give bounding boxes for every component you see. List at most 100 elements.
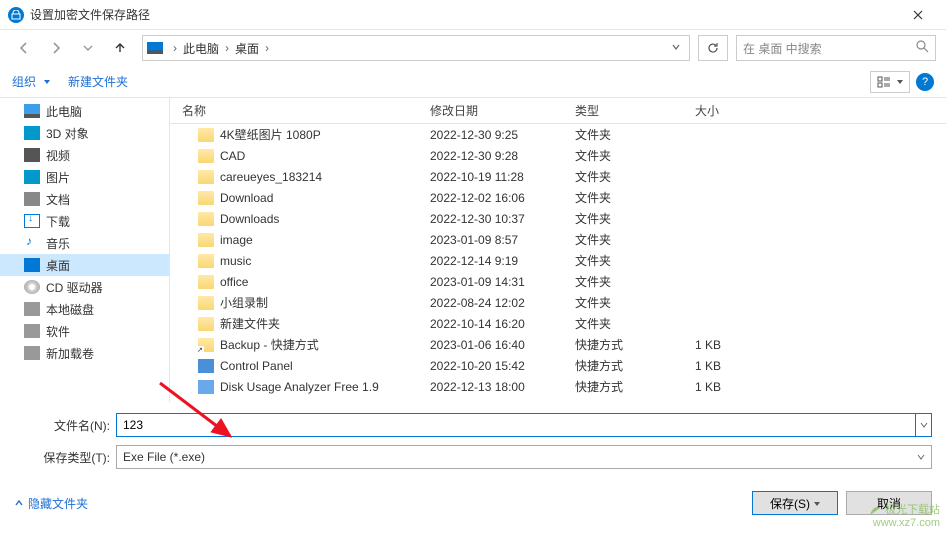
address-bar[interactable]: › 此电脑 › 桌面 › <box>142 35 690 61</box>
file-name: office <box>220 275 248 289</box>
file-date: 2022-10-14 16:20 <box>430 317 575 331</box>
path-dropdown[interactable] <box>667 41 685 55</box>
sidebar-item-3d[interactable]: 3D 对象 <box>0 122 169 144</box>
savetype-label: 保存类型(T): <box>14 449 116 466</box>
cancel-button[interactable]: 取消 <box>846 491 932 515</box>
file-name: Disk Usage Analyzer Free 1.9 <box>220 380 379 394</box>
sidebar-item-label: 桌面 <box>46 257 70 274</box>
file-type: 快捷方式 <box>575 378 695 395</box>
folder-icon <box>198 128 214 142</box>
refresh-button[interactable] <box>698 35 728 61</box>
file-row[interactable]: music 2022-12-14 9:19 文件夹 <box>170 250 946 271</box>
path-root[interactable]: 此电脑 <box>181 40 221 57</box>
filename-label: 文件名(N): <box>14 417 116 434</box>
close-button[interactable] <box>898 1 938 29</box>
file-row[interactable]: Disk Usage Analyzer Free 1.9 2022-12-13 … <box>170 376 946 397</box>
file-type: 文件夹 <box>575 294 695 311</box>
sidebar-item-label: 音乐 <box>46 235 70 252</box>
filename-dropdown[interactable] <box>916 413 932 437</box>
file-row[interactable]: image 2023-01-09 8:57 文件夹 <box>170 229 946 250</box>
file-date: 2023-01-09 14:31 <box>430 275 575 289</box>
sidebar: 此电脑 3D 对象视频图片文档下载音乐桌面 CD 驱动器本地磁盘软件新加载卷 <box>0 98 170 402</box>
sidebar-item-label: 3D 对象 <box>46 125 89 142</box>
file-date: 2023-01-09 8:57 <box>430 233 575 247</box>
sidebar-item-pic[interactable]: 图片 <box>0 166 169 188</box>
sidebar-item-label: 此电脑 <box>46 103 82 120</box>
file-row[interactable]: 小组录制 2022-08-24 12:02 文件夹 <box>170 292 946 313</box>
hide-folders-link[interactable]: 隐藏文件夹 <box>14 495 88 512</box>
sidebar-item-video[interactable]: 视频 <box>0 144 169 166</box>
navbar: › 此电脑 › 桌面 › 在 桌面 中搜索 <box>0 30 946 66</box>
file-type: 文件夹 <box>575 189 695 206</box>
sidebar-item-dl[interactable]: 下载 <box>0 210 169 232</box>
file-row[interactable]: 4K壁纸图片 1080P 2022-12-30 9:25 文件夹 <box>170 124 946 145</box>
chevron-right-icon[interactable]: › <box>169 41 181 55</box>
titlebar: 设置加密文件保存路径 <box>0 0 946 30</box>
file-name: Backup - 快捷方式 <box>220 336 319 353</box>
organize-button[interactable]: 组织 <box>12 73 50 90</box>
window-title: 设置加密文件保存路径 <box>30 6 898 23</box>
folder-icon <box>198 170 214 184</box>
sidebar-item-label: 视频 <box>46 147 70 164</box>
chevron-right-icon[interactable]: › <box>221 41 233 55</box>
sidebar-item-label: 文档 <box>46 191 70 208</box>
recent-dropdown[interactable] <box>74 34 102 62</box>
chevron-down-icon <box>44 80 50 84</box>
column-size[interactable]: 大小 <box>695 102 775 119</box>
path-current[interactable]: 桌面 <box>233 40 261 57</box>
sidebar-item-disk[interactable]: 本地磁盘 <box>0 298 169 320</box>
forward-button[interactable] <box>42 34 70 62</box>
view-mode-button[interactable] <box>870 71 910 93</box>
sidebar-item-pc[interactable]: 此电脑 <box>0 100 169 122</box>
file-row[interactable]: careueyes_183214 2022-10-19 11:28 文件夹 <box>170 166 946 187</box>
new-folder-button[interactable]: 新建文件夹 <box>68 73 128 90</box>
sidebar-item-desktop[interactable]: 桌面 <box>0 254 169 276</box>
file-type: 文件夹 <box>575 126 695 143</box>
app-icon <box>8 7 24 23</box>
shortcut-icon <box>198 338 214 352</box>
savetype-select[interactable]: Exe File (*.exe) <box>116 445 932 469</box>
sidebar-item-label: CD 驱动器 <box>46 279 103 296</box>
file-type: 文件夹 <box>575 147 695 164</box>
app-icon <box>198 380 214 394</box>
file-name: 新建文件夹 <box>220 315 280 332</box>
file-type: 文件夹 <box>575 273 695 290</box>
sidebar-item-cd[interactable]: CD 驱动器 <box>0 276 169 298</box>
sidebar-item-vol[interactable]: 新加载卷 <box>0 342 169 364</box>
sidebar-item-music[interactable]: 音乐 <box>0 232 169 254</box>
file-date: 2022-12-02 16:06 <box>430 191 575 205</box>
file-type: 文件夹 <box>575 210 695 227</box>
sidebar-item-label: 新加载卷 <box>46 345 94 362</box>
column-name[interactable]: 名称 <box>170 102 430 119</box>
footer: 隐藏文件夹 保存(S) 取消 <box>0 485 946 525</box>
file-name: image <box>220 233 253 247</box>
file-row[interactable]: Download 2022-12-02 16:06 文件夹 <box>170 187 946 208</box>
back-button[interactable] <box>10 34 38 62</box>
help-button[interactable]: ? <box>916 73 934 91</box>
up-button[interactable] <box>106 34 134 62</box>
search-input[interactable]: 在 桌面 中搜索 <box>736 35 936 61</box>
file-row[interactable]: Downloads 2022-12-30 10:37 文件夹 <box>170 208 946 229</box>
sidebar-item-label: 图片 <box>46 169 70 186</box>
sidebar-item-sw[interactable]: 软件 <box>0 320 169 342</box>
file-row[interactable]: office 2023-01-09 14:31 文件夹 <box>170 271 946 292</box>
sidebar-item-doc[interactable]: 文档 <box>0 188 169 210</box>
file-name: Downloads <box>220 212 279 226</box>
file-type: 文件夹 <box>575 231 695 248</box>
chevron-right-icon[interactable]: › <box>261 41 273 55</box>
doc-icon <box>24 192 40 206</box>
file-row[interactable]: 新建文件夹 2022-10-14 16:20 文件夹 <box>170 313 946 334</box>
cp-icon <box>198 359 214 373</box>
file-type: 快捷方式 <box>575 357 695 374</box>
file-row[interactable]: CAD 2022-12-30 9:28 文件夹 <box>170 145 946 166</box>
disk-icon <box>24 302 40 316</box>
file-type: 快捷方式 <box>575 336 695 353</box>
search-placeholder: 在 桌面 中搜索 <box>743 40 822 57</box>
save-button[interactable]: 保存(S) <box>752 491 838 515</box>
column-date[interactable]: 修改日期 <box>430 102 575 119</box>
chevron-down-icon <box>917 450 925 464</box>
file-row[interactable]: Control Panel 2022-10-20 15:42 快捷方式 1 KB <box>170 355 946 376</box>
filename-input[interactable] <box>116 413 916 437</box>
column-type[interactable]: 类型 <box>575 102 695 119</box>
file-row[interactable]: Backup - 快捷方式 2023-01-06 16:40 快捷方式 1 KB <box>170 334 946 355</box>
